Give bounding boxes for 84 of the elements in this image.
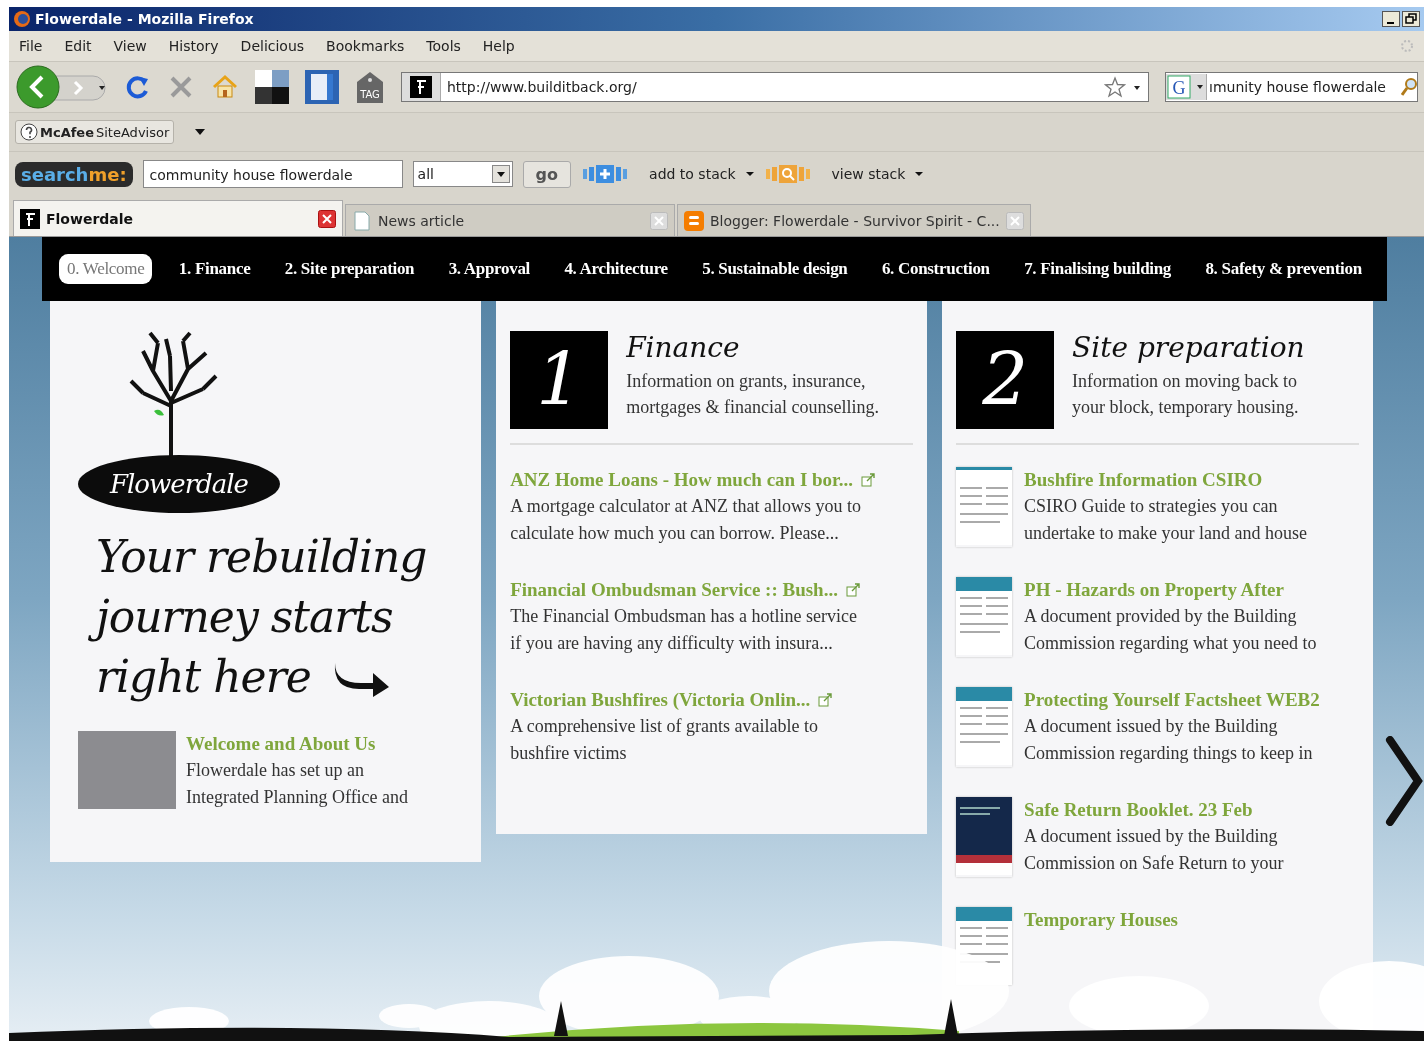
section-description: Information on grants, insurance,: [626, 370, 867, 393]
site-favicon-icon: [20, 208, 40, 229]
nav-link[interactable]: 6. Construction: [873, 254, 998, 284]
resource-description: calculate how much you can borrow. Please...: [510, 522, 840, 545]
dropdown-caret-icon[interactable]: [745, 170, 754, 178]
star-icon[interactable]: [1104, 76, 1126, 98]
scope-dropdown[interactable]: all: [412, 161, 513, 187]
resource-description: Commission regarding what you need to: [1024, 632, 1317, 655]
home-icon[interactable]: [211, 73, 239, 101]
resource-description: if you are having any difficulty with insura...: [510, 632, 834, 655]
add-to-stack-icon[interactable]: [581, 164, 630, 184]
menu-item[interactable]: Delicious: [240, 38, 305, 54]
restore-icon[interactable]: [1402, 11, 1420, 27]
resource-description: A comprehensive list of grants available to: [510, 715, 820, 738]
searchme-logo: searchme:: [15, 161, 133, 187]
logo-wordmark: Flowerdale: [78, 455, 280, 513]
browser-tab[interactable]: Blogger: Flowerdale - Survivor Spirit - C...: [677, 204, 1031, 236]
resource-description: A document issued by the Building: [1024, 825, 1279, 848]
menu-item[interactable]: Edit: [64, 38, 92, 54]
resource-description: A document issued by the Building: [1024, 715, 1279, 738]
browser-tab[interactable]: Flowerdale: [13, 200, 343, 236]
headline-text: journey starts: [88, 587, 399, 647]
nav-link[interactable]: 4. Architecture: [556, 254, 676, 284]
close-icon[interactable]: [318, 209, 336, 228]
search-icon[interactable]: [1401, 77, 1417, 97]
section-description: your block, temporary housing.: [1072, 396, 1300, 419]
browser-tab[interactable]: News article: [345, 204, 675, 236]
menu-item[interactable]: History: [168, 38, 219, 54]
nav-link[interactable]: 2. Site preparation: [276, 254, 423, 284]
resource-description: CSIRO Guide to strategies you can: [1024, 495, 1279, 518]
checkered-square-icon[interactable]: [255, 70, 289, 104]
section-number: 1: [510, 331, 609, 429]
page-icon: [352, 210, 372, 231]
menu-item[interactable]: File: [19, 38, 43, 54]
address-field[interactable]: http://www.builditback.org/: [401, 72, 1149, 102]
resource-description: The Financial Ombudsman has a hotline service: [510, 605, 859, 628]
document-thumbnail-icon[interactable]: [956, 797, 1013, 877]
dropdown-caret-icon[interactable]: [915, 170, 924, 178]
bookmark-page-icon[interactable]: [305, 70, 339, 104]
tag-icon[interactable]: TAG: [355, 70, 385, 104]
section-description: Information on moving back to: [1072, 370, 1299, 393]
external-link-icon[interactable]: [861, 473, 876, 487]
section-title: Finance: [626, 331, 741, 364]
headline-text: right here: [95, 650, 312, 704]
document-thumbnail-icon[interactable]: [956, 577, 1013, 657]
resource-description: undertake to make your land and house: [1024, 522, 1307, 545]
external-link-icon[interactable]: [845, 583, 860, 597]
document-thumbnail-icon[interactable]: [956, 467, 1013, 547]
nav-link[interactable]: 1. Finance: [170, 254, 259, 284]
nav-link[interactable]: 5. Sustainable design: [694, 254, 856, 284]
menu-item[interactable]: Help: [482, 38, 515, 54]
section-title: Site preparation: [1072, 331, 1305, 364]
nav-link[interactable]: 3. Approval: [440, 254, 539, 284]
resource-description: A document provided by the Building: [1024, 605, 1298, 628]
resource-description: bushfire victims: [510, 742, 628, 765]
section-description: mortgages & financial counselling.: [626, 396, 880, 419]
menu-item[interactable]: View: [113, 38, 147, 54]
site-favicon-icon: [402, 73, 441, 101]
menu-item[interactable]: Bookmarks: [326, 38, 405, 54]
minimize-icon[interactable]: [1382, 11, 1400, 27]
go-button[interactable]: go: [522, 160, 572, 188]
add-to-stack-button[interactable]: add to stack: [649, 166, 736, 182]
resource-description: Commission on Safe Return to your: [1024, 852, 1284, 875]
headline-text: Your rebuilding: [95, 530, 428, 584]
query-field[interactable]: community house flowerdale: [142, 160, 403, 188]
throbber-icon: [1400, 39, 1414, 53]
section-number: 2: [956, 331, 1055, 429]
search-field[interactable]: G ımunity house flowerdale: [1165, 72, 1418, 102]
window-title: Flowerdale - Mozilla Firefox: [35, 11, 255, 27]
resource-description: A mortgage calculator at ANZ that allows you to: [510, 495, 863, 518]
back-forward-icon[interactable]: [15, 64, 107, 110]
view-stack-button[interactable]: view stack: [831, 166, 906, 182]
feature-description: Flowerdale has set up an: [186, 759, 365, 782]
document-thumbnail-icon[interactable]: [956, 687, 1013, 767]
search-engine-icon[interactable]: G: [1166, 74, 1207, 100]
nav-link[interactable]: 7. Finalising building: [1016, 254, 1180, 284]
siteadvisor-button[interactable]: McAfee SiteAdvisor: [15, 120, 175, 144]
resource-description: Commission regarding things to keep in: [1024, 742, 1314, 765]
nav-link[interactable]: 0. Welcome: [59, 254, 153, 284]
nav-link[interactable]: 8. Safety & prevention: [1197, 254, 1370, 284]
menu-item[interactable]: Tools: [426, 38, 461, 54]
question-mark-icon: [20, 123, 38, 141]
external-link-icon[interactable]: [818, 693, 833, 707]
feature-description: Integrated Planning Office and: [186, 786, 409, 809]
